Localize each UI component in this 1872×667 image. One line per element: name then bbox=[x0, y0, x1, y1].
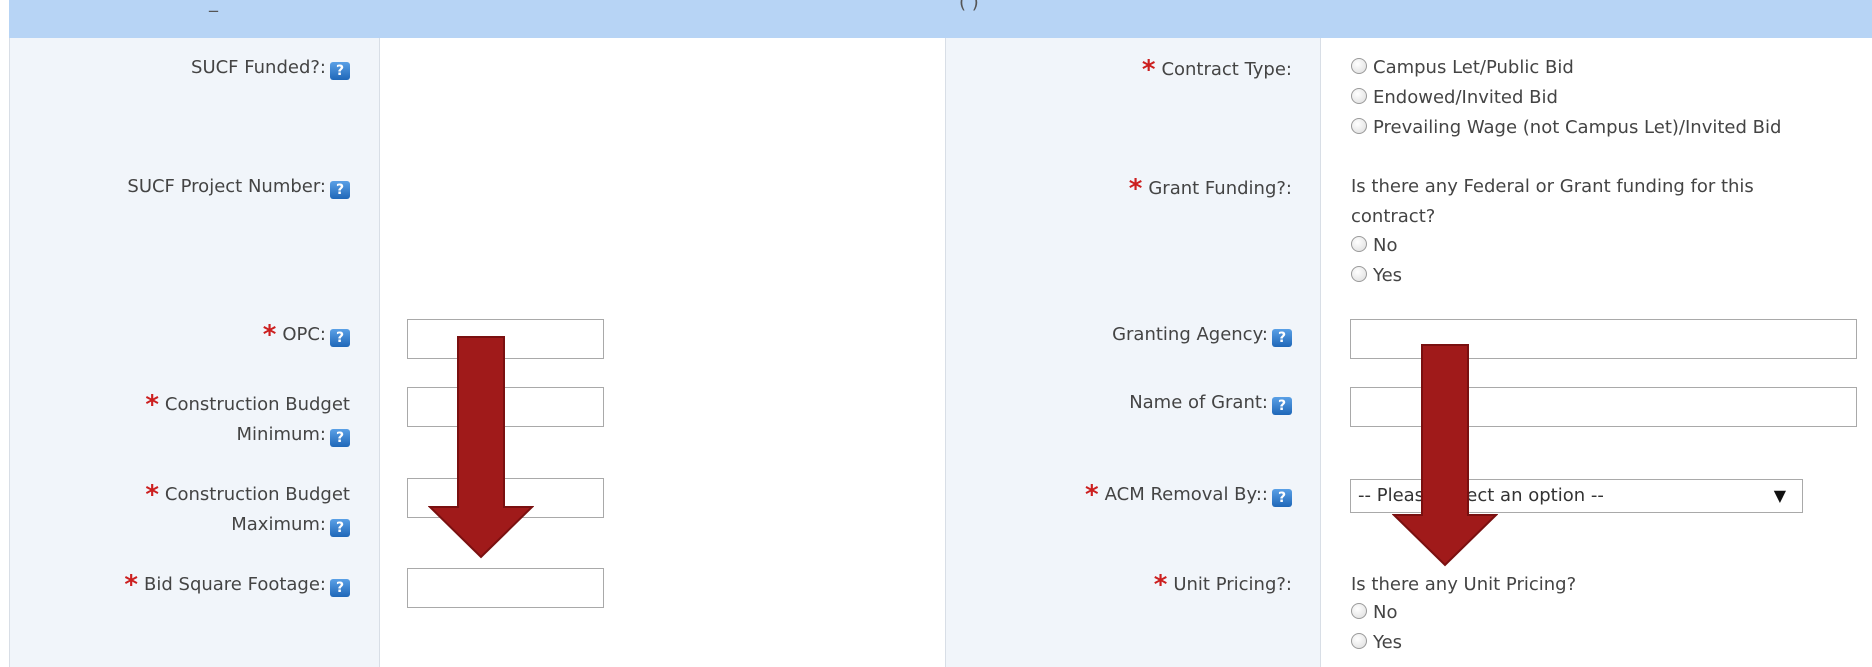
help-icon[interactable]: ? bbox=[330, 181, 350, 199]
acm-removal-label: * ACM Removal By::? bbox=[950, 480, 1292, 510]
section-header-band: _ ( ) bbox=[9, 0, 1872, 38]
radio-icon[interactable] bbox=[1351, 266, 1367, 282]
grant-funding-option-no[interactable]: No bbox=[1351, 231, 1397, 261]
required-asterisk: * bbox=[1141, 55, 1156, 85]
required-asterisk: * bbox=[262, 320, 277, 350]
unit-pricing-option-no[interactable]: No bbox=[1351, 598, 1397, 628]
annotation-arrow bbox=[428, 336, 534, 559]
radio-icon[interactable] bbox=[1351, 58, 1367, 74]
required-asterisk: * bbox=[1128, 174, 1143, 204]
grant-funding-question: Is there any Federal or Grant funding fo… bbox=[1351, 176, 1754, 227]
help-icon[interactable]: ? bbox=[1272, 489, 1292, 507]
radio-icon[interactable] bbox=[1351, 633, 1367, 649]
contract-type-option-3[interactable]: Prevailing Wage (not Campus Let)/Invited… bbox=[1351, 113, 1781, 143]
bid-square-footage-label: * Bid Square Footage:? bbox=[20, 570, 350, 600]
help-icon[interactable]: ? bbox=[330, 329, 350, 347]
unit-pricing-question: Is there any Unit Pricing? bbox=[1351, 574, 1577, 595]
contract-type-label: * Contract Type: bbox=[1141, 55, 1292, 85]
sucf-project-number-label: SUCF Project Number:? bbox=[20, 172, 350, 202]
help-icon[interactable]: ? bbox=[1272, 397, 1292, 415]
unit-pricing-label: * Unit Pricing?: bbox=[1153, 570, 1292, 600]
required-asterisk: * bbox=[124, 570, 139, 600]
divider bbox=[379, 38, 380, 667]
required-asterisk: * bbox=[1085, 480, 1099, 510]
help-icon[interactable]: ? bbox=[330, 579, 350, 597]
radio-icon[interactable] bbox=[1351, 118, 1367, 134]
required-asterisk: * bbox=[1153, 570, 1168, 600]
header-partial-text-center: ( ) bbox=[959, 0, 979, 13]
grant-funding-label: * Grant Funding?: bbox=[1128, 174, 1292, 204]
help-icon[interactable]: ? bbox=[330, 62, 350, 80]
name-of-grant-label: Name of Grant:? bbox=[950, 388, 1292, 418]
required-asterisk: * bbox=[145, 390, 159, 420]
help-icon[interactable]: ? bbox=[330, 429, 350, 447]
radio-icon[interactable] bbox=[1351, 88, 1367, 104]
divider bbox=[945, 38, 946, 667]
help-icon[interactable]: ? bbox=[1272, 329, 1292, 347]
construction-budget-maximum-label: * Construction Budget Maximum:? bbox=[145, 480, 350, 537]
bid-square-footage-input[interactable] bbox=[407, 568, 604, 608]
divider bbox=[9, 38, 10, 667]
sucf-funded-label: SUCF Funded?:? bbox=[20, 53, 350, 83]
required-asterisk: * bbox=[145, 480, 159, 510]
contract-type-option-2[interactable]: Endowed/Invited Bid bbox=[1351, 83, 1558, 113]
header-partial-text-left: _ bbox=[209, 0, 218, 13]
granting-agency-label: Granting Agency:? bbox=[950, 320, 1292, 350]
dropdown-caret-icon[interactable]: ▼ bbox=[1774, 480, 1786, 512]
construction-budget-minimum-label: * Construction Budget Minimum:? bbox=[145, 390, 350, 447]
grant-funding-option-yes[interactable]: Yes bbox=[1351, 261, 1402, 291]
contract-type-option-1[interactable]: Campus Let/Public Bid bbox=[1351, 53, 1574, 83]
radio-icon[interactable] bbox=[1351, 603, 1367, 619]
help-icon[interactable]: ? bbox=[330, 519, 350, 537]
radio-icon[interactable] bbox=[1351, 236, 1367, 252]
opc-label: * OPC:? bbox=[20, 320, 350, 350]
divider bbox=[1320, 38, 1321, 667]
unit-pricing-option-yes[interactable]: Yes bbox=[1351, 628, 1402, 658]
annotation-arrow bbox=[1392, 344, 1498, 567]
